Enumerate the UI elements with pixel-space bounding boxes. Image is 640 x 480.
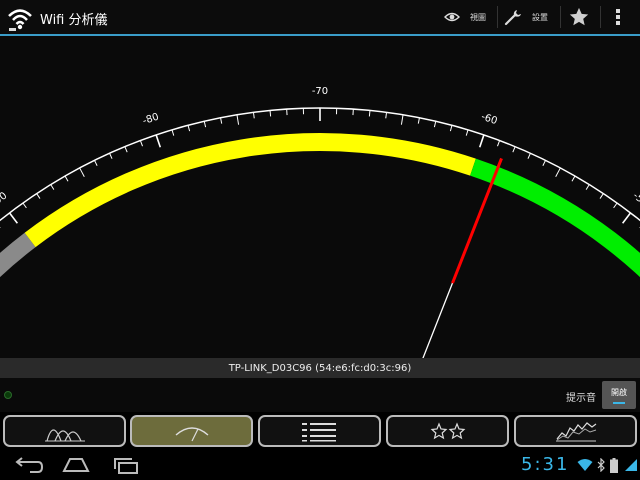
wifi-status-icon bbox=[577, 459, 593, 471]
gauge-tick bbox=[417, 117, 420, 124]
channel-graph-icon bbox=[44, 429, 85, 442]
gauge-tick bbox=[433, 121, 437, 128]
tab-signal-meter[interactable] bbox=[130, 415, 253, 447]
gauge-tick bbox=[94, 160, 98, 166]
signal-gauge: -100-90-80-70-60-50-40dBm bbox=[0, 86, 640, 358]
gauge-tick bbox=[599, 193, 604, 199]
gauge-band-1 bbox=[24, 133, 476, 248]
gauge-tick bbox=[613, 202, 618, 209]
gauge-tick-label: -80 bbox=[141, 111, 160, 127]
gauge-tick bbox=[8, 212, 19, 224]
gauge-band-0 bbox=[0, 232, 36, 278]
settings-label: 設置 bbox=[532, 12, 548, 22]
tab-ap-list[interactable] bbox=[258, 415, 381, 447]
gauge-tick bbox=[465, 129, 469, 136]
gauge-tick bbox=[368, 110, 371, 117]
bluetooth-icon bbox=[597, 458, 605, 472]
back-icon[interactable] bbox=[12, 456, 44, 474]
gauge-tick bbox=[155, 134, 162, 148]
signal-meter-icon bbox=[175, 427, 208, 442]
status-led bbox=[4, 391, 12, 399]
gauge-tick bbox=[109, 153, 113, 159]
gauge-tick bbox=[585, 184, 590, 190]
signal-gauge-panel: -100-90-80-70-60-50-40dBm bbox=[0, 36, 640, 358]
network-info-bar: TP-LINK_D03C96 (54:e6:fc:d0:3c:96) bbox=[0, 358, 640, 378]
gauge-tick bbox=[187, 125, 191, 132]
gauge-needle-shaft bbox=[422, 282, 454, 358]
gauge-tick bbox=[79, 167, 85, 177]
gauge-tick bbox=[236, 114, 240, 125]
favorites-button[interactable] bbox=[568, 0, 590, 34]
gauge-tick-label: -50 bbox=[631, 190, 640, 209]
action-divider bbox=[560, 6, 561, 28]
action-bar: Wifi 分析儀 視圖 設置 bbox=[0, 0, 640, 36]
gauge-tick-label: -60 bbox=[480, 111, 499, 127]
control-strip: 提示音 開啟 bbox=[0, 378, 640, 412]
beep-toggle-label: 開啟 bbox=[611, 387, 627, 397]
view-label: 視圖 bbox=[470, 12, 486, 22]
gauge-tick bbox=[220, 117, 223, 124]
status-clock: 5:31 bbox=[521, 454, 570, 475]
gauge-tick bbox=[64, 175, 69, 182]
gauge-tick bbox=[478, 134, 485, 148]
time-graph-icon bbox=[555, 422, 596, 442]
network-ssid: TP-LINK_D03C96 (54:e6:fc:d0:3c:96) bbox=[228, 362, 412, 374]
star-icon bbox=[569, 7, 589, 26]
view-tabs bbox=[0, 413, 640, 449]
gauge-tick bbox=[542, 160, 546, 166]
beep-toggle-button[interactable]: 開啟 bbox=[602, 381, 636, 409]
gauge-tick bbox=[22, 202, 27, 209]
recent-apps-icon[interactable] bbox=[110, 456, 142, 474]
view-button[interactable]: 視圖 bbox=[444, 0, 486, 34]
overflow-menu-icon bbox=[616, 9, 620, 25]
gauge-tick bbox=[527, 153, 531, 159]
eye-icon bbox=[444, 12, 460, 22]
gauge-tick bbox=[571, 175, 576, 182]
ap-list-icon bbox=[301, 423, 336, 442]
gauge-tick bbox=[449, 125, 453, 132]
home-icon[interactable] bbox=[60, 456, 92, 474]
gauge-tick bbox=[512, 146, 516, 153]
gauge-tick bbox=[555, 167, 561, 177]
beep-label: 提示音 bbox=[566, 393, 596, 404]
app-title: Wifi 分析儀 bbox=[40, 13, 108, 28]
gauge-tick-label: -90 bbox=[0, 190, 9, 209]
wrench-icon bbox=[504, 10, 521, 26]
system-navigation-bar: 5:31 bbox=[0, 450, 640, 480]
channel-rating-icon bbox=[430, 422, 465, 440]
wifi-app-icon bbox=[8, 9, 32, 31]
tab-channel-rating[interactable] bbox=[386, 415, 509, 447]
tab-time-graph[interactable] bbox=[514, 415, 637, 447]
gauge-tick-label: -70 bbox=[312, 86, 328, 97]
gauge-tick bbox=[385, 112, 388, 119]
gauge-tick bbox=[497, 140, 501, 147]
gauge-tick bbox=[139, 140, 143, 147]
gauge-tick bbox=[621, 212, 632, 224]
gauge-tick bbox=[269, 110, 272, 117]
gauge-tick bbox=[124, 146, 128, 153]
gauge-tick bbox=[203, 121, 207, 128]
gauge-tick bbox=[36, 193, 41, 199]
gauge-band-2 bbox=[470, 158, 640, 278]
gauge-tick bbox=[252, 112, 255, 119]
tab-channel-graph[interactable] bbox=[3, 415, 126, 447]
gauge-tick bbox=[400, 114, 404, 125]
gauge-tick bbox=[171, 129, 175, 136]
toggle-indicator bbox=[613, 401, 625, 404]
settings-button[interactable]: 設置 bbox=[504, 0, 548, 34]
battery-icon bbox=[610, 458, 618, 473]
action-divider bbox=[600, 6, 601, 28]
action-divider bbox=[497, 6, 498, 28]
gauge-tick bbox=[50, 184, 55, 190]
signal-status-icon bbox=[625, 459, 637, 471]
overflow-menu-button[interactable] bbox=[615, 0, 621, 34]
